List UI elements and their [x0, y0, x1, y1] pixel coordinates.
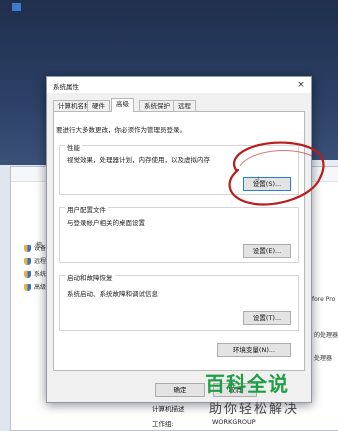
workgroup-label: 工作组: — [152, 420, 174, 428]
background-text: fore Pro — [312, 296, 336, 303]
watermark: 百科全说 助你轻松解决 — [205, 368, 335, 424]
performance-title: 性能 — [65, 142, 82, 152]
background-text: 处理器 — [314, 355, 333, 362]
tab-hardware[interactable]: 硬件 — [87, 100, 110, 111]
system-icon — [12, 3, 21, 11]
startup-recovery-settings-button[interactable]: 设置(T)... — [243, 311, 291, 325]
admin-note: 要进行大多数更改，你必须作为管理员登录。 — [56, 126, 186, 134]
shield-icon — [24, 284, 31, 291]
dialog-title: 系统属性 — [53, 83, 79, 91]
user-profiles-settings-button[interactable]: 设置(E)... — [243, 244, 291, 258]
watermark-title: 百科全说 — [205, 372, 289, 396]
performance-settings-button[interactable]: 设置(S)... — [243, 177, 291, 191]
tab-advanced[interactable]: 高级 — [111, 98, 134, 112]
close-icon[interactable]: × — [295, 79, 307, 91]
shield-icon — [24, 271, 31, 278]
mouse-cursor-icon: ☝ — [254, 176, 261, 187]
dialog-titlebar[interactable]: 系统属性 × — [47, 77, 311, 93]
background-list-item[interactable]: 设备 — [24, 244, 46, 254]
shield-icon — [24, 245, 31, 252]
background-list-item[interactable]: 系统 — [24, 270, 46, 280]
shield-icon — [24, 258, 31, 265]
performance-description: 视觉效果，处理器计划，内存使用，以及虚拟内存 — [67, 156, 210, 164]
user-profiles-title: 用户配置文件 — [65, 204, 108, 214]
system-properties-dialog: 系统属性 × 计算机名称 硬件 高级 系统保护 远程 要进行大多数更改，你必须作… — [46, 76, 312, 403]
background-text: 的处理器 — [314, 332, 338, 339]
startup-recovery-title: 启动和故障恢复 — [65, 272, 115, 282]
tab-remote[interactable]: 远程 — [173, 100, 196, 111]
startup-recovery-description: 系统启动、系统故障和调试信息 — [67, 290, 158, 298]
environment-variables-button[interactable]: 环境变量(N)... — [217, 343, 291, 357]
ok-button[interactable]: 确定 — [155, 383, 205, 397]
background-list-item[interactable]: 高级 — [24, 283, 46, 293]
user-profiles-description: 与登录帐户相关的桌面设置 — [67, 219, 145, 227]
tab-system-protection[interactable]: 系统保护 — [139, 100, 175, 111]
watermark-subtitle: 助你轻松解决 — [209, 402, 300, 417]
background-list-item[interactable]: 远程 — [24, 257, 46, 267]
computer-description-label: 计算机描述 — [152, 405, 185, 413]
